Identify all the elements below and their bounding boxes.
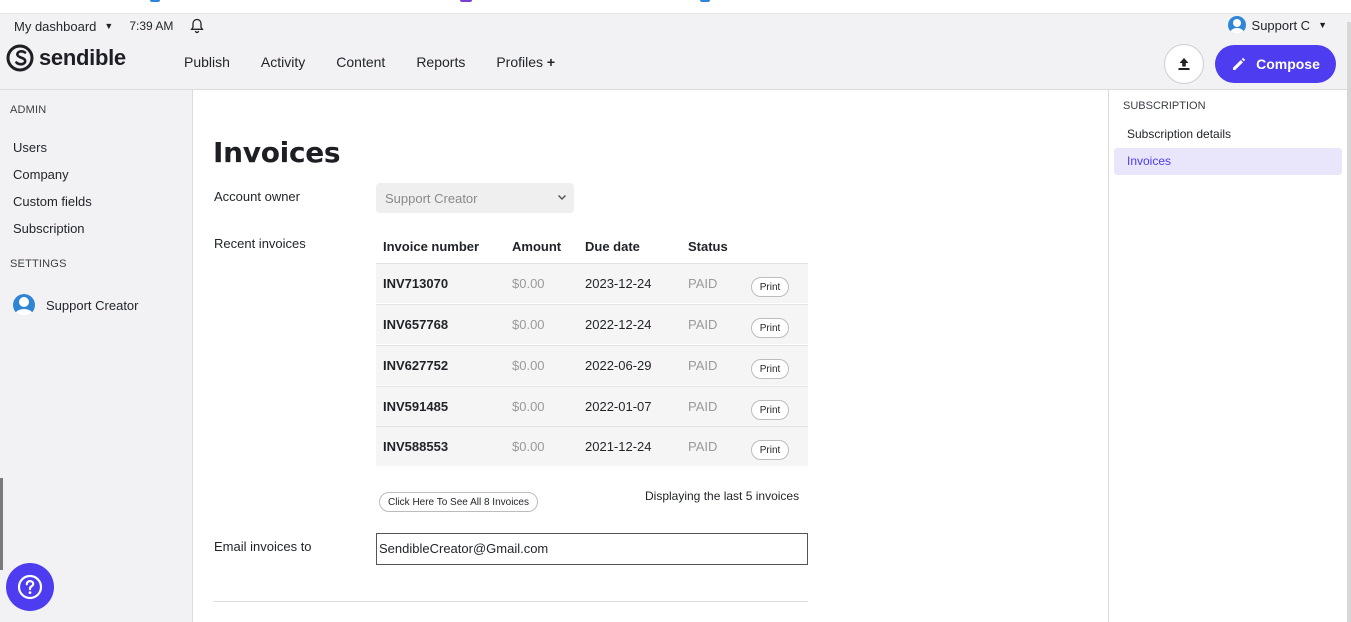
column-header-amount: Amount <box>512 239 562 254</box>
invoice-number: INV657768 <box>383 317 449 332</box>
bell-icon[interactable] <box>189 18 205 34</box>
admin-sidebar: ADMIN Users Company Custom fields Subscr… <box>0 90 193 622</box>
subscription-sidebar: SUBSCRIPTION Subscription details Invoic… <box>1108 90 1351 622</box>
upload-icon <box>1178 58 1190 70</box>
main-nav: Publish Activity Content Reports Profile… <box>184 54 586 70</box>
table-row: INV627752 $0.00 2022-06-29 PAID Print <box>376 345 808 385</box>
recent-invoices-label: Recent invoices <box>214 236 306 251</box>
print-button[interactable]: Print <box>751 359 789 379</box>
invoice-number: INV713070 <box>383 276 449 291</box>
logo-text: sendible <box>39 45 126 70</box>
sidebar-item-users[interactable]: Users <box>13 140 47 155</box>
print-button[interactable]: Print <box>751 400 789 420</box>
dashboard-bar: My dashboard ▼ 7:39 AM <box>14 18 205 34</box>
email-invoices-field[interactable]: SendibleCreator@Gmail.com <box>376 533 808 565</box>
column-header-invoice-number: Invoice number <box>383 239 480 254</box>
sidebar-item-subscription[interactable]: Subscription <box>13 221 85 236</box>
admin-heading: ADMIN <box>10 104 47 116</box>
user-name: Support C <box>1251 17 1311 33</box>
nav-reports[interactable]: Reports <box>416 54 465 70</box>
invoice-due-date: 2022-01-07 <box>585 399 652 414</box>
invoice-amount: $0.00 <box>512 317 545 332</box>
plus-icon: + <box>546 54 556 70</box>
print-button[interactable]: Print <box>751 277 789 297</box>
user-avatar-icon <box>1227 16 1246 34</box>
invoices-panel: Invoices Account owner Support Creator R… <box>193 90 1108 622</box>
nav-profiles-label: Profiles <box>496 54 544 70</box>
invoice-number: INV588553 <box>383 439 449 454</box>
invoice-status: PAID <box>688 439 718 454</box>
sendible-logo-icon <box>6 44 34 72</box>
nav-profiles[interactable]: Profiles + <box>496 54 555 70</box>
see-all-invoices-button[interactable]: Click Here To See All 8 Invoices <box>379 492 538 512</box>
user-avatar-icon <box>13 294 35 316</box>
invoice-due-date: 2023-12-24 <box>585 276 652 291</box>
user-menu[interactable]: Support C ▼ <box>1227 16 1327 34</box>
settings-user-name: Support Creator <box>46 297 139 313</box>
invoice-amount: $0.00 <box>512 399 545 414</box>
section-divider <box>214 601 808 602</box>
sidebar-item-subscription-details[interactable]: Subscription details <box>1114 121 1342 148</box>
caret-down-icon: ▼ <box>1318 20 1327 30</box>
account-owner-value: Support Creator <box>385 191 478 206</box>
invoice-due-date: 2021-12-24 <box>585 439 652 454</box>
email-invoices-label: Email invoices to <box>214 539 312 554</box>
column-header-status: Status <box>688 239 728 254</box>
invoice-status: PAID <box>688 399 718 414</box>
sidebar-item-user-settings[interactable]: Support Creator <box>13 294 139 316</box>
clock-time: 7:39 AM <box>129 19 174 33</box>
top-header: My dashboard ▼ 7:39 AM Support C ▼ sendi… <box>0 14 1351 90</box>
invoice-status: PAID <box>688 317 718 332</box>
invoice-status: PAID <box>688 358 718 373</box>
page-title: Invoices <box>213 136 341 169</box>
column-header-due-date: Due date <box>585 239 640 254</box>
caret-down-icon[interactable]: ▼ <box>104 21 113 31</box>
nav-content[interactable]: Content <box>336 54 385 70</box>
upload-button[interactable] <box>1164 44 1204 84</box>
print-button[interactable]: Print <box>751 318 789 338</box>
invoice-due-date: 2022-06-29 <box>585 358 652 373</box>
account-owner-select[interactable]: Support Creator <box>376 183 574 213</box>
invoice-amount: $0.00 <box>512 439 545 454</box>
dashboard-selector[interactable]: My dashboard <box>14 19 96 34</box>
invoice-status: PAID <box>688 276 718 291</box>
page-scrollbar[interactable] <box>1347 22 1351 622</box>
pencil-icon <box>1233 57 1246 70</box>
sidebar-item-invoices[interactable]: Invoices <box>1114 148 1342 175</box>
table-row: INV588553 $0.00 2021-12-24 PAID Print <box>376 426 808 466</box>
sidebar-item-custom-fields[interactable]: Custom fields <box>13 194 92 209</box>
subscription-heading: SUBSCRIPTION <box>1123 100 1206 112</box>
invoice-number: INV627752 <box>383 358 449 373</box>
account-owner-label: Account owner <box>214 189 300 204</box>
invoice-amount: $0.00 <box>512 358 545 373</box>
nav-publish[interactable]: Publish <box>184 54 230 70</box>
table-row: INV591485 $0.00 2022-01-07 PAID Print <box>376 386 808 426</box>
help-button[interactable] <box>6 563 54 611</box>
invoice-due-date: 2022-12-24 <box>585 317 652 332</box>
compose-label: Compose <box>1256 56 1320 72</box>
settings-heading: SETTINGS <box>10 258 67 270</box>
table-row: INV657768 $0.00 2022-12-24 PAID Print <box>376 304 808 344</box>
sendible-logo[interactable]: sendible <box>6 44 126 72</box>
browser-bookmarks-strip <box>0 0 1351 14</box>
display-count-note: Displaying the last 5 invoices <box>645 489 800 503</box>
question-mark-icon <box>17 574 43 600</box>
chevron-down-icon <box>557 194 567 201</box>
print-button[interactable]: Print <box>751 440 789 460</box>
table-row: INV713070 $0.00 2023-12-24 PAID Print <box>376 263 808 303</box>
nav-activity[interactable]: Activity <box>261 54 305 70</box>
invoice-amount: $0.00 <box>512 276 545 291</box>
sidebar-item-company[interactable]: Company <box>13 167 69 182</box>
invoice-number: INV591485 <box>383 399 449 414</box>
side-scroll-handle[interactable] <box>0 478 3 570</box>
compose-button[interactable]: Compose <box>1215 45 1336 83</box>
